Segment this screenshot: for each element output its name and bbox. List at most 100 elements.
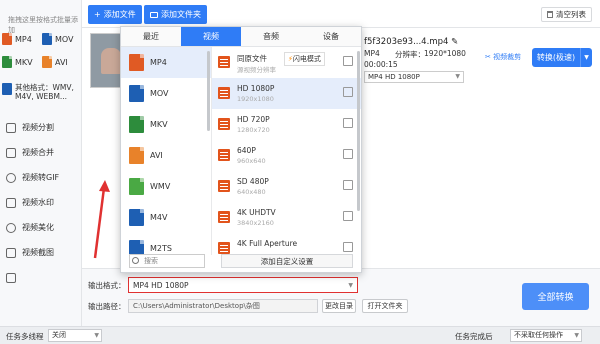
sidebar: 拖拽这里按格式批量添加 MP4 MOV MKV AVI 其他格式：WMV, M4… [0,0,82,326]
add-custom-setting-button[interactable]: 添加自定义设置 [221,254,353,268]
open-folder-button[interactable]: 打开文件夹 [362,299,408,313]
quick-format-mp4[interactable]: MP4 [2,33,32,45]
output-path-label: 输出路径： [88,302,126,311]
resolution-value: 1920*1080 [424,49,466,58]
scissors-icon: ✂ [485,53,494,61]
drag-hint: 拖拽这里按格式批量添加 [8,16,78,34]
mp4-file-icon [2,33,12,45]
change-dir-button[interactable]: 更改目录 [322,299,356,313]
output-path-field[interactable]: C:\Users\Administrator\Desktop\杂图 [128,299,318,313]
menu-video-split[interactable]: 视频分割 [0,115,82,140]
avi-file-icon [129,147,144,164]
format-search-input[interactable]: 搜索 [129,254,205,268]
resolution-item-640p[interactable]: 640P 960x640 [212,140,361,171]
menu-video-watermark[interactable]: 视频水印 [0,190,82,215]
format-item-mov[interactable]: MOV [121,78,211,109]
after-done-select[interactable]: 不采取任何操作 ▼ [510,329,582,342]
edit-preset-icon[interactable] [343,242,353,252]
chevron-down-icon: ▼ [348,281,353,289]
mp4-file-icon [129,54,144,71]
convert-button[interactable]: 转换(极速) [532,48,580,67]
tab-video[interactable]: 视频 [181,27,241,46]
format-item-m2ts[interactable]: M2TS [121,233,211,255]
flash-mode-badge: ⚡闪电模式 [284,52,325,66]
resolution-item-4k-full-aperture[interactable]: 4K Full Aperture [212,233,361,255]
convert-options-dropdown[interactable]: ▼ [580,48,592,67]
tab-device[interactable]: 设备 [301,27,361,46]
resolution-item-480p[interactable]: SD 480P 640x480 [212,171,361,202]
watermark-icon [6,197,16,208]
menu-more[interactable] [0,265,82,290]
format-tabs: 最近 视频 音频 设备 [121,27,361,47]
multithread-select[interactable]: 关闭 ▼ [48,329,102,342]
edit-preset-icon[interactable] [343,56,353,66]
resolution-item-1080p[interactable]: HD 1080P 1920x1080 [212,78,361,109]
output-format-select[interactable]: MP4 HD 1080P ▼ [128,277,358,293]
top-toolbar: + 添加文件 添加文件夹 清空列表 [82,0,600,28]
file-output-format-select[interactable]: MP4 HD 1080P ▼ [364,71,464,83]
avi-file-icon [42,56,52,68]
resolution-item-4k-uhdtv[interactable]: 4K UHDTV 3840x2160 [212,202,361,233]
resolution-list-scrollbar[interactable] [357,51,360,211]
screenshot-icon [6,247,16,258]
format-item-avi[interactable]: AVI [121,140,211,171]
resolution-item-720p[interactable]: HD 720P 1280x720 [212,109,361,140]
wmv-file-icon [129,178,144,195]
merge-icon [6,147,16,158]
format-item-mkv[interactable]: MKV [121,109,211,140]
format-list: MP4 MOV MKV AVI WMV M4V M2TS [121,47,211,255]
video-preset-icon [218,118,230,130]
mov-file-icon [42,33,52,45]
chevron-down-icon: ▼ [584,54,589,61]
file-name: f5f3203e93...4.mp4 ✎ [364,37,459,47]
chevron-down-icon: ▼ [455,73,460,80]
person-figure [101,48,121,74]
format-list-scrollbar[interactable] [207,51,210,131]
quick-format-mov[interactable]: MOV [42,33,74,45]
resolution-label: 分辨率： [395,50,425,59]
edit-preset-icon[interactable] [343,211,353,221]
plus-icon: + [94,10,101,19]
multithread-label: 任务多线程 [6,332,44,341]
menu-video-beautify[interactable]: 视频美化 [0,215,82,240]
format-item-m4v[interactable]: M4V [121,202,211,233]
add-file-button[interactable]: + 添加文件 [88,5,142,24]
menu-video-screenshot[interactable]: 视频截图 [0,240,82,265]
folder-icon [150,11,158,18]
convert-all-button[interactable]: 全部转换 [522,283,589,310]
other-formats[interactable]: 其他格式：WMV, M4V, WEBM... [2,83,82,101]
mkv-file-icon [129,116,144,133]
menu-video-gif[interactable]: 视频转GIF [0,165,82,190]
mov-file-icon [129,85,144,102]
video-preset-icon [218,87,230,99]
menu-video-merge[interactable]: 视频合并 [0,140,82,165]
rename-icon[interactable]: ✎ [451,37,458,47]
annotation-arrow [93,180,110,259]
clear-list-button[interactable]: 清空列表 [541,7,592,22]
resolution-list: 同原文件 源视频分辨率 ⚡闪电模式 HD 1080P 1920x1080 HD … [211,47,361,255]
video-crop-link[interactable]: ✂ 视频裁剪 [485,52,521,62]
quick-format-avi[interactable]: AVI [42,56,68,68]
quick-format-mkv[interactable]: MKV [2,56,33,68]
other-format-icon [2,83,12,95]
mkv-file-icon [2,56,12,68]
edit-preset-icon[interactable] [343,118,353,128]
tab-audio[interactable]: 音频 [241,27,301,46]
format-item-mp4[interactable]: MP4 [121,47,211,78]
split-icon [6,122,16,133]
video-preset-icon [218,180,230,192]
tab-recent[interactable]: 最近 [121,27,181,46]
video-preset-icon [218,149,230,161]
edit-preset-icon[interactable] [343,180,353,190]
edit-preset-icon[interactable] [343,149,353,159]
format-item-wmv[interactable]: WMV [121,171,211,202]
output-format-label: 输出格式： [88,281,126,290]
duration: 00:00:15 [364,60,398,69]
more-icon [6,272,16,283]
resolution-item-original[interactable]: 同原文件 源视频分辨率 ⚡闪电模式 [212,47,361,78]
beautify-icon [6,222,16,233]
edit-preset-icon[interactable] [343,87,353,97]
after-done-label: 任务完成后 [455,332,493,341]
add-folder-button[interactable]: 添加文件夹 [144,5,207,24]
m2ts-file-icon [129,240,144,255]
